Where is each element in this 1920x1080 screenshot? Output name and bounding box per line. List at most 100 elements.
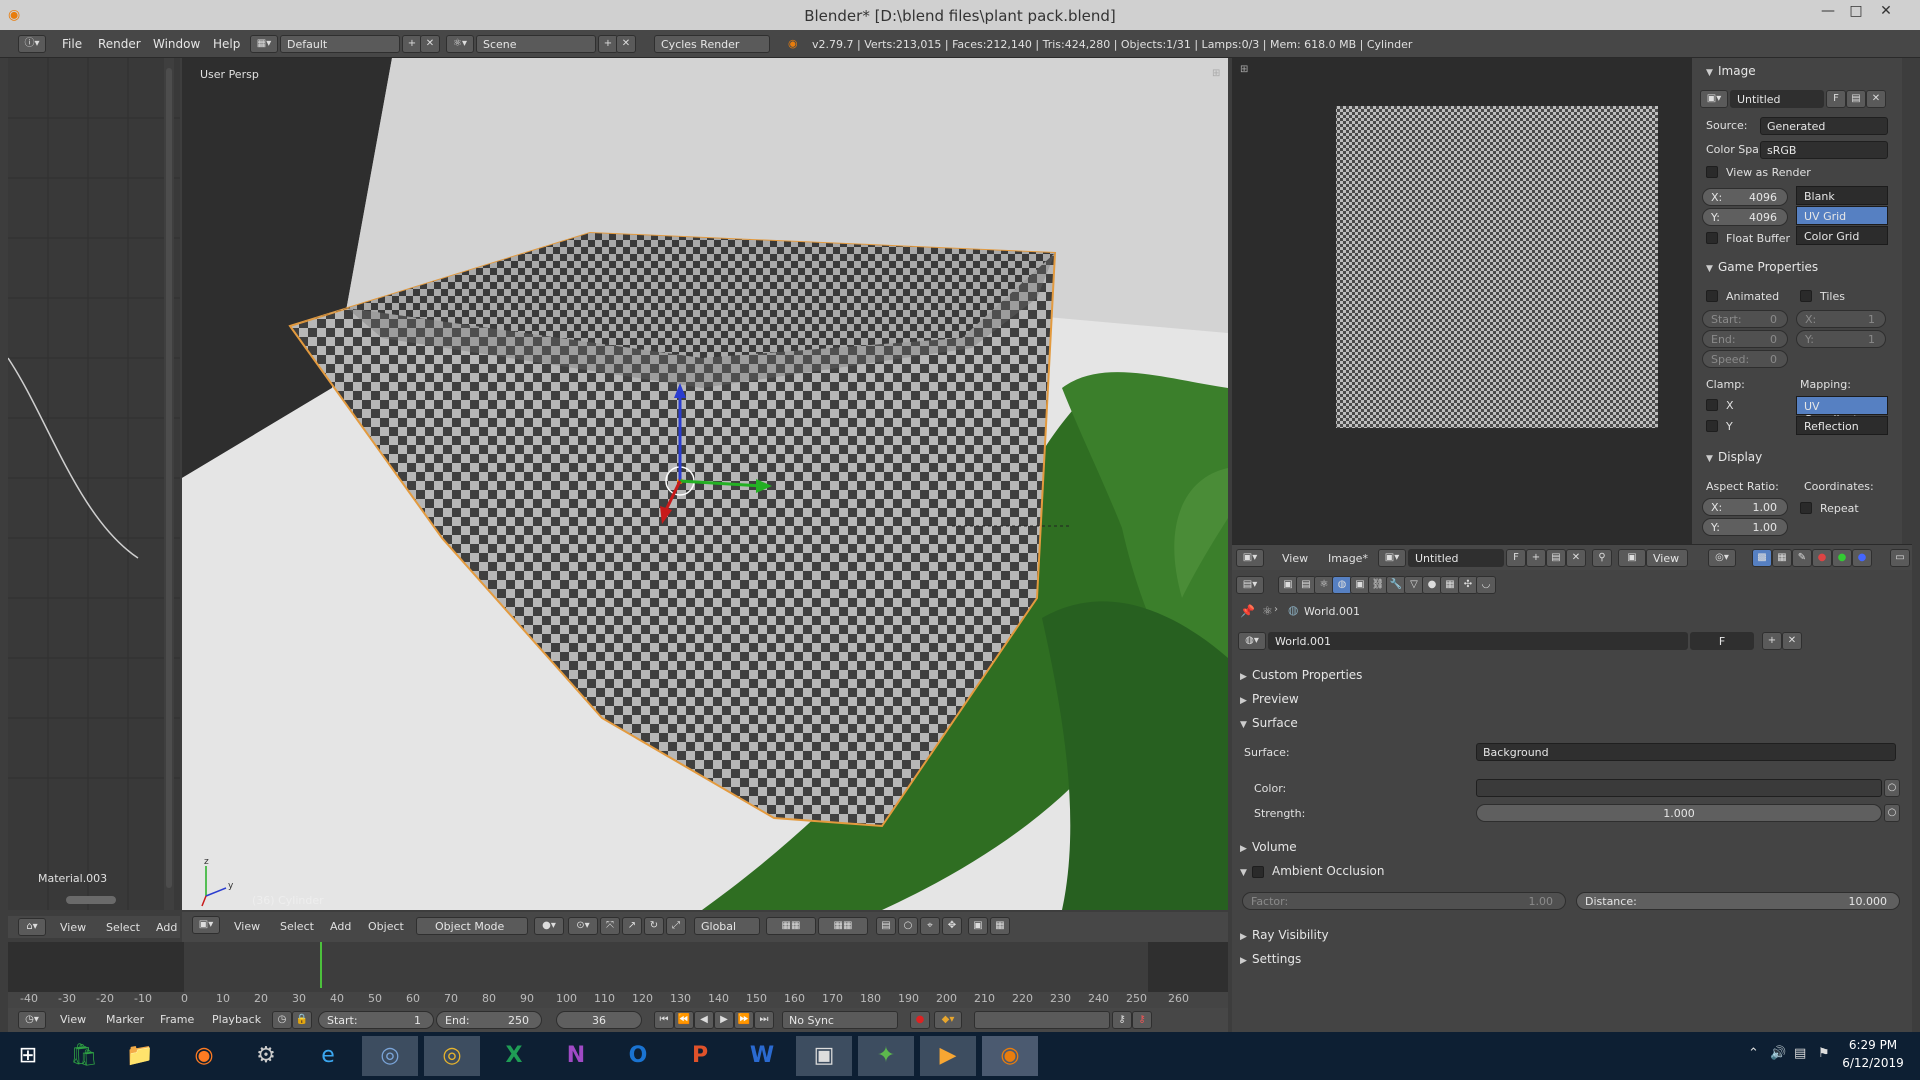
aspect-x-field[interactable]: X: 1.00 <box>1702 498 1788 516</box>
render-preview-icon[interactable]: ▣ <box>968 917 988 935</box>
preview-header[interactable]: ▶ Preview <box>1240 692 1299 706</box>
open-image-icon[interactable]: ▤ <box>1846 90 1866 108</box>
excel-icon[interactable]: X <box>486 1036 542 1076</box>
pin-icon[interactable]: 📌 <box>1240 604 1255 618</box>
close-window-button[interactable]: ✕ <box>1866 3 1906 27</box>
viewport-menu-select[interactable]: Select <box>280 920 314 933</box>
mode-dropdown[interactable]: Object Mode <box>416 917 528 935</box>
jump-end-icon[interactable]: ⏭ <box>754 1011 774 1029</box>
clamp-y-checkbox[interactable] <box>1706 420 1718 432</box>
timeline-menu-marker[interactable]: Marker <box>106 1013 144 1026</box>
tray-up-icon[interactable]: ⌃ <box>1748 1046 1759 1061</box>
open-image-header-icon[interactable]: ▤ <box>1546 549 1566 567</box>
remove-layout-icon[interactable]: ✕ <box>420 35 440 53</box>
data-tab-icon[interactable]: ▽ <box>1404 576 1424 594</box>
tiles-checkbox[interactable] <box>1800 290 1812 302</box>
image-name-field[interactable]: Untitled <box>1730 90 1824 108</box>
tiles-x-field[interactable]: X: 1 <box>1796 310 1886 328</box>
image-menu-image[interactable]: Image* <box>1328 552 1368 565</box>
action-flag-icon[interactable]: ⚑ <box>1818 1046 1830 1061</box>
opengl-render-icon[interactable]: ▦ <box>990 917 1010 935</box>
snap-target-icon[interactable]: ✥ <box>942 917 962 935</box>
anim-speed-field[interactable]: Speed: 0 <box>1702 350 1788 368</box>
anim-end-field[interactable]: End: 0 <box>1702 330 1788 348</box>
current-frame-indicator[interactable] <box>320 942 322 988</box>
render-tab-icon[interactable]: ▣ <box>1278 576 1298 594</box>
uv-image-editor[interactable]: ⊞ <box>1232 58 1692 544</box>
game-icon[interactable]: ✦ <box>858 1036 914 1076</box>
photo-viewer-icon[interactable]: ▣ <box>796 1036 852 1076</box>
start-menu-icon[interactable]: ⊞ <box>0 1036 56 1076</box>
clamp-x-checkbox[interactable] <box>1706 399 1718 411</box>
editor-type-icon[interactable]: ⌂▾ <box>18 918 46 936</box>
left-menu-view[interactable]: View <box>60 921 86 934</box>
world-add-icon[interactable]: + <box>1762 632 1782 650</box>
record-icon[interactable]: ● <box>910 1011 930 1029</box>
3d-viewport[interactable]: z y User Persp (36) Cylinder ⊞ <box>182 58 1228 910</box>
blue-channel-icon[interactable]: ● <box>1852 549 1872 567</box>
image-editor-corner-icon[interactable]: ⊞ <box>1240 64 1248 75</box>
viewport-corner-icon[interactable]: ⊞ <box>1212 68 1220 79</box>
scene-field[interactable]: Scene <box>476 35 596 53</box>
gen-type-uv-grid[interactable]: UV Grid <box>1796 206 1888 225</box>
delete-keyframe-icon[interactable]: ⚷ <box>1132 1011 1152 1029</box>
view-as-render-checkbox[interactable] <box>1706 166 1718 178</box>
mapping-reflection[interactable]: Reflection <box>1796 416 1888 435</box>
file-explorer-icon[interactable]: 📁 <box>112 1036 168 1076</box>
rotate-manipulator-icon[interactable]: ↻ <box>644 917 664 935</box>
volume-header[interactable]: ▶ Volume <box>1240 840 1297 854</box>
image-section-header[interactable]: ▼ Image <box>1706 64 1756 78</box>
next-keyframe-icon[interactable]: ⏩ <box>734 1011 754 1029</box>
onenote-icon[interactable]: N <box>548 1036 604 1076</box>
animated-checkbox[interactable] <box>1706 290 1718 302</box>
physics-tab-icon[interactable]: ◡ <box>1476 576 1496 594</box>
ao-distance-field[interactable]: Distance: 10.000 <box>1576 892 1900 910</box>
keying-set-field[interactable] <box>974 1011 1110 1029</box>
outlook-icon[interactable]: O <box>610 1036 666 1076</box>
left-menu-add[interactable]: Add <box>156 921 177 934</box>
viewport-menu-object[interactable]: Object <box>368 920 404 933</box>
prev-keyframe-icon[interactable]: ⏪ <box>674 1011 694 1029</box>
scene-tab-icon[interactable]: ⚛ <box>1314 576 1334 594</box>
current-frame-field[interactable]: 36 <box>556 1011 642 1029</box>
fake-user-button[interactable]: F <box>1826 90 1846 108</box>
layout-grid-icon[interactable]: ▦▾ <box>250 35 278 53</box>
gen-type-blank[interactable]: Blank <box>1796 186 1888 205</box>
unlink-image-icon[interactable]: ✕ <box>1866 90 1886 108</box>
chrome-canary-icon[interactable]: ◎ <box>362 1036 418 1076</box>
remove-scene-icon[interactable]: ✕ <box>616 35 636 53</box>
maximize-area-icon[interactable]: ▭ <box>1890 549 1910 567</box>
world-name-field[interactable]: World.001 <box>1268 632 1688 650</box>
menu-render[interactable]: Render <box>98 37 141 51</box>
timeline-menu-view[interactable]: View <box>60 1013 86 1026</box>
ambient-occlusion-header[interactable]: ▼ Ambient Occlusion <box>1240 864 1384 878</box>
mapping-uv-coordinates[interactable]: UV Coordinates <box>1796 396 1888 426</box>
menu-help[interactable]: Help <box>213 37 240 51</box>
play-icon[interactable]: ▶ <box>714 1011 734 1029</box>
end-frame-field[interactable]: End: 250 <box>436 1011 542 1029</box>
network-icon[interactable]: ▤ <box>1794 1046 1806 1061</box>
world-tab-icon[interactable]: ◍ <box>1332 576 1352 594</box>
preview-range-icon[interactable]: ◷ <box>272 1011 292 1029</box>
sync-dropdown[interactable]: No Sync <box>782 1011 898 1029</box>
pivot-point-icon[interactable]: ⊙▾ <box>568 917 598 935</box>
render-layers-tab-icon[interactable]: ▤ <box>1296 576 1316 594</box>
repeat-checkbox[interactable] <box>1800 502 1812 514</box>
lock-layers-icon[interactable]: ▤ <box>876 917 896 935</box>
unlink-image-header-icon[interactable]: ✕ <box>1566 549 1586 567</box>
image-browse-header-icon[interactable]: ▣▾ <box>1378 549 1406 567</box>
editor-type-info-icon[interactable]: ⓘ▾ <box>18 35 46 53</box>
red-channel-icon[interactable]: ● <box>1812 549 1832 567</box>
clock-time[interactable]: 6:29 PM <box>1838 1038 1908 1052</box>
word-icon[interactable]: W <box>734 1036 790 1076</box>
display-section-header[interactable]: ▼ Display <box>1706 450 1762 464</box>
proportional-edit-icon[interactable]: ○ <box>898 917 918 935</box>
menu-window[interactable]: Window <box>153 37 200 51</box>
jump-start-icon[interactable]: ⏮ <box>654 1011 674 1029</box>
image-editor-type-icon[interactable]: ▣▾ <box>1236 549 1264 567</box>
viewport-shading-icon[interactable]: ●▾ <box>534 917 564 935</box>
timeline-menu-frame[interactable]: Frame <box>160 1013 194 1026</box>
ao-factor-field[interactable]: Factor: 1.00 <box>1242 892 1566 910</box>
view-mode-icon[interactable]: ▣ <box>1618 549 1646 567</box>
pin-image-icon[interactable]: ⚲ <box>1592 549 1612 567</box>
